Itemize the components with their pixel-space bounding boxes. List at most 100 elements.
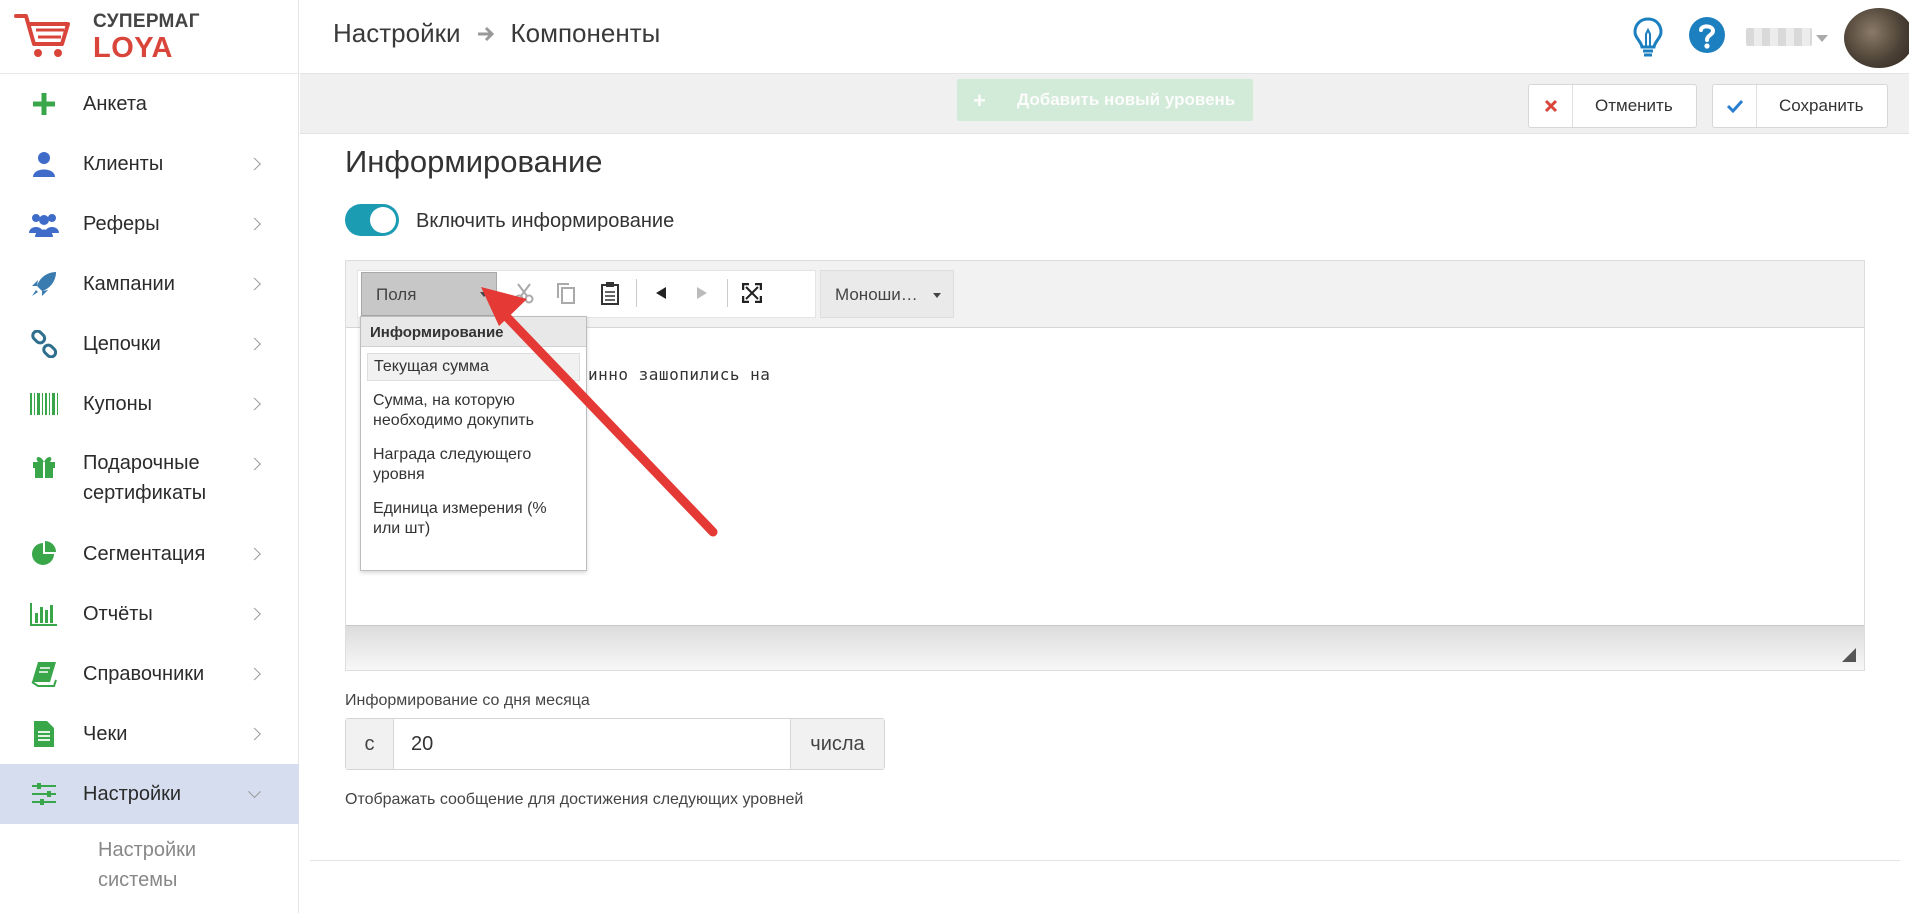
sidebar-item-settings[interactable]: Настройки: [0, 764, 299, 824]
sidebar-item-label: Клиенты: [83, 153, 164, 175]
fields-dropdown-label: Поля: [376, 285, 417, 304]
sliders-icon: [28, 778, 60, 810]
copy-icon[interactable]: [554, 281, 578, 305]
close-icon: [1529, 85, 1573, 127]
users-icon: [28, 208, 60, 240]
font-dropdown[interactable]: Моноши…: [820, 270, 954, 318]
day-of-month-input[interactable]: [395, 719, 791, 769]
section-title: Информирование: [345, 144, 603, 179]
save-button[interactable]: Сохранить: [1712, 84, 1888, 128]
sidebar-item-gift-certificates[interactable]: Подарочные сертификаты: [0, 436, 299, 520]
logo[interactable]: СУПЕРМАГ LOYA: [0, 0, 299, 74]
dropdown-item-unit[interactable]: Единица измерения (% или шт): [367, 496, 580, 542]
sidebar-item-receipts[interactable]: Чеки: [0, 704, 299, 764]
sidebar-item-label: Сегментация: [83, 543, 206, 565]
dropdown-item-next-reward[interactable]: Награда следующего уровня: [367, 442, 580, 488]
fields-dropdown[interactable]: Поля: [361, 272, 497, 316]
plus-icon: [28, 88, 60, 120]
sidebar: СУПЕРМАГ LOYA Анкета Клиенты Реферы Камп…: [0, 0, 299, 913]
header: Настройки Компоненты: [300, 0, 1909, 74]
arrow-right-icon: [477, 26, 494, 41]
add-level-label: Добавить новый уровень: [1017, 90, 1236, 109]
chevron-right-icon: [248, 157, 261, 171]
sidebar-item-directories[interactable]: Справочники: [0, 644, 299, 704]
editor-text: инно зашопились на: [588, 365, 771, 384]
sidebar-item-campaigns[interactable]: Кампании: [0, 254, 299, 314]
link-icon: [28, 328, 60, 360]
avatar[interactable]: [1844, 8, 1909, 68]
plus-icon: +: [973, 88, 986, 113]
day-prefix: с: [346, 719, 394, 769]
sidebar-item-label: Чеки: [83, 723, 128, 745]
dropdown-header: Информирование: [361, 317, 586, 347]
sidebar-item-label: Реферы: [83, 213, 160, 235]
cut-icon[interactable]: [512, 281, 536, 305]
day-suffix: числа: [790, 719, 884, 769]
sidebar-item-label: Цепочки: [83, 333, 161, 355]
day-of-month-group: с числа: [345, 718, 885, 770]
cancel-label: Отменить: [1595, 96, 1673, 115]
toolbar-separator: [727, 279, 728, 307]
chevron-right-icon: [248, 277, 261, 291]
editor-statusbar: [346, 625, 1864, 670]
add-level-button[interactable]: + Добавить новый уровень: [957, 79, 1253, 121]
bar-chart-icon: [28, 598, 60, 630]
redo-icon[interactable]: [690, 281, 714, 305]
maximize-icon[interactable]: [740, 281, 764, 305]
chevron-right-icon: [248, 217, 261, 231]
breadcrumb: Настройки Компоненты: [333, 18, 660, 49]
sidebar-subitem-system-settings[interactable]: Настройки системы: [98, 835, 258, 895]
sidebar-item-label: Подарочные сертификаты: [83, 452, 207, 504]
book-icon: [28, 658, 60, 690]
barcode-icon: [28, 388, 60, 420]
lightbulb-icon[interactable]: [1630, 16, 1666, 58]
undo-icon[interactable]: [649, 281, 673, 305]
toggle-knob: [370, 207, 396, 233]
cart-logo-icon: [14, 14, 70, 57]
next-levels-label: Отображать сообщение для достижения след…: [345, 791, 804, 808]
fields-dropdown-menu: Информирование Текущая сумма Сумма, на к…: [360, 316, 587, 571]
check-icon: [1713, 85, 1757, 127]
informing-toggle[interactable]: [345, 204, 399, 236]
sidebar-item-label: Кампании: [83, 273, 175, 295]
caret-down-icon: [933, 293, 941, 298]
gift-icon: [28, 450, 60, 482]
help-icon[interactable]: [1688, 16, 1726, 54]
toggle-label: Включить информирование: [416, 210, 675, 232]
caret-down-icon[interactable]: [1816, 35, 1828, 42]
dropdown-item-remaining-sum[interactable]: Сумма, на которую необходимо докупить: [367, 388, 580, 434]
toolbar-separator: [636, 279, 637, 307]
save-label: Сохранить: [1779, 96, 1864, 115]
caret-down-icon: [480, 292, 488, 297]
action-bar: + Добавить новый уровень Отменить Сохран…: [300, 74, 1909, 134]
chevron-right-icon: [248, 667, 261, 681]
sidebar-item-label: Справочники: [83, 663, 205, 685]
dropdown-item-current-sum[interactable]: Текущая сумма: [367, 353, 580, 381]
sidebar-item-label: Отчёты: [83, 603, 153, 625]
brand-bottom: LOYA: [93, 32, 173, 64]
sidebar-item-refers[interactable]: Реферы: [0, 194, 299, 254]
sidebar-item-reports[interactable]: Отчёты: [0, 584, 299, 644]
sidebar-item-chains[interactable]: Цепочки: [0, 314, 299, 374]
day-of-month-label: Информирование со дня месяца: [345, 692, 590, 709]
user-icon: [28, 148, 60, 180]
chevron-right-icon: [248, 607, 261, 621]
divider: [310, 860, 1900, 861]
rocket-icon: [28, 268, 60, 300]
sidebar-item-label: Купоны: [83, 393, 153, 415]
sidebar-item-anketa[interactable]: Анкета: [0, 74, 299, 134]
user-menu-blurred[interactable]: [1746, 28, 1812, 46]
paste-icon[interactable]: [598, 281, 622, 305]
cancel-button[interactable]: Отменить: [1528, 84, 1697, 128]
chevron-down-icon: [248, 785, 261, 799]
chevron-right-icon: [248, 547, 261, 561]
sidebar-item-coupons[interactable]: Купоны: [0, 374, 299, 434]
resize-handle-icon[interactable]: [1842, 648, 1856, 662]
brand-top: СУПЕРМАГ: [93, 11, 200, 32]
sidebar-item-label: Анкета: [83, 93, 147, 115]
breadcrumb-item-components: Компоненты: [510, 18, 661, 48]
sidebar-item-segmentation[interactable]: Сегментация: [0, 524, 299, 584]
sidebar-item-clients[interactable]: Клиенты: [0, 134, 299, 194]
breadcrumb-item-settings[interactable]: Настройки: [333, 18, 461, 49]
chevron-right-icon: [248, 397, 261, 411]
